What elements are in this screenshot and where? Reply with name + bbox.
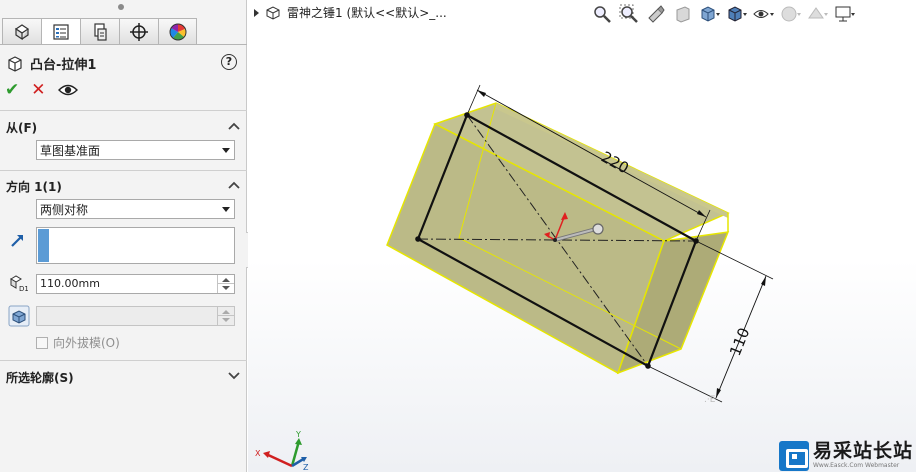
- tab-configuration-manager[interactable]: [80, 18, 119, 45]
- manager-tabs: [2, 18, 197, 45]
- dropdown-arrow-icon: [222, 148, 230, 153]
- watermark-title: 易采站长站: [813, 440, 914, 462]
- extrude-handle-knob[interactable]: [592, 223, 604, 235]
- axis-z-label: Z: [303, 463, 309, 472]
- dimension-arrowhead: [477, 90, 486, 97]
- dimension-arrowhead: [716, 388, 721, 398]
- help-icon[interactable]: ?: [221, 54, 237, 70]
- selected-contours-heading[interactable]: 所选轮廓(S): [6, 369, 74, 386]
- from-dropdown-value: 草图基准面: [40, 143, 101, 158]
- crosshair-icon: [130, 22, 148, 41]
- tab-property-manager[interactable]: [41, 18, 80, 45]
- end-condition-dropdown[interactable]: 两侧对称: [36, 199, 235, 219]
- depth-input[interactable]: 110.00mm: [36, 274, 235, 294]
- cancel-x-icon[interactable]: ✕: [31, 80, 45, 100]
- sketch-vertex[interactable]: [415, 236, 421, 242]
- watermark-logo-icon: [779, 440, 809, 471]
- site-watermark: 易采站长站 Www.Easck.Com Webmaster: [779, 439, 914, 472]
- chevron-down-icon[interactable]: [228, 369, 240, 381]
- chevron-up-icon[interactable]: [228, 120, 240, 132]
- color-wheel-icon: [169, 23, 186, 40]
- axis-x-label: X: [255, 449, 261, 458]
- direction-selection-box[interactable]: [36, 227, 235, 264]
- extrude-boss-icon: [8, 55, 22, 72]
- dimension-arrowhead: [761, 276, 766, 286]
- svg-text:D1: D1: [19, 285, 28, 293]
- faint-cursor-mark: .·E: [704, 395, 716, 405]
- tab-feature-manager[interactable]: [2, 18, 41, 45]
- direction1-section-heading[interactable]: 方向 1(1): [6, 178, 62, 195]
- from-dropdown[interactable]: 草图基准面: [36, 140, 235, 160]
- dimension-width-110[interactable]: 110: [726, 325, 753, 358]
- draft-outward-label: 向外拔模(O): [53, 336, 120, 350]
- confirm-actions: ✔ ✕: [5, 80, 78, 100]
- panel-grip-handle[interactable]: [118, 4, 124, 10]
- feature-title-text: 凸台-拉伸1: [30, 58, 97, 73]
- feature-tree-icon: [14, 23, 30, 40]
- axis-triad: Y X Z: [255, 430, 309, 472]
- tab-display-manager[interactable]: [158, 18, 197, 45]
- chevron-up-icon[interactable]: [228, 179, 240, 191]
- section-divider: [0, 110, 247, 111]
- tab-dimxpert-manager[interactable]: [119, 18, 158, 45]
- draft-angle-spinner[interactable]: [217, 307, 234, 325]
- property-manager-panel: 凸台-拉伸1 ? ✔ ✕ 从(F) 草图基准面 方向 1(1) 两侧对称 D1 …: [0, 0, 256, 472]
- draft-outward-checkbox[interactable]: [36, 336, 48, 349]
- property-list-icon: [53, 23, 69, 40]
- section-divider: [0, 170, 247, 171]
- dropdown-arrow-icon: [222, 207, 230, 212]
- end-condition-value: 两侧对称: [40, 202, 89, 217]
- from-section-heading[interactable]: 从(F): [6, 119, 37, 136]
- origin-point: [553, 238, 557, 242]
- watermark-subtitle: Www.Easck.Com Webmaster: [813, 462, 900, 469]
- axis-y-label: Y: [295, 430, 301, 439]
- depth-d1-icon: D1: [10, 275, 28, 293]
- preview-eye-icon[interactable]: [57, 83, 78, 97]
- ok-checkmark-icon[interactable]: ✔: [5, 80, 19, 100]
- draft-toggle-icon[interactable]: [8, 305, 30, 327]
- section-divider: [0, 360, 247, 361]
- model-graphics[interactable]: 220 110 .·E: [248, 0, 916, 472]
- feature-title: 凸台-拉伸1: [6, 54, 96, 73]
- graphics-viewport[interactable]: 雷神之锤1 (默认<<默认>_... 220 110 .·E Y X Z 易采站…: [248, 0, 916, 472]
- configuration-icon: [94, 22, 107, 41]
- reverse-direction-arrow-icon[interactable]: [8, 230, 28, 250]
- depth-input-value: 110.00mm: [40, 277, 100, 290]
- draft-angle-input[interactable]: [36, 306, 235, 326]
- selection-focus-strip: [38, 229, 49, 262]
- draft-outward-option[interactable]: 向外拔模(O): [36, 334, 120, 351]
- depth-spinner[interactable]: [217, 275, 234, 293]
- tabs-divider: [0, 44, 247, 45]
